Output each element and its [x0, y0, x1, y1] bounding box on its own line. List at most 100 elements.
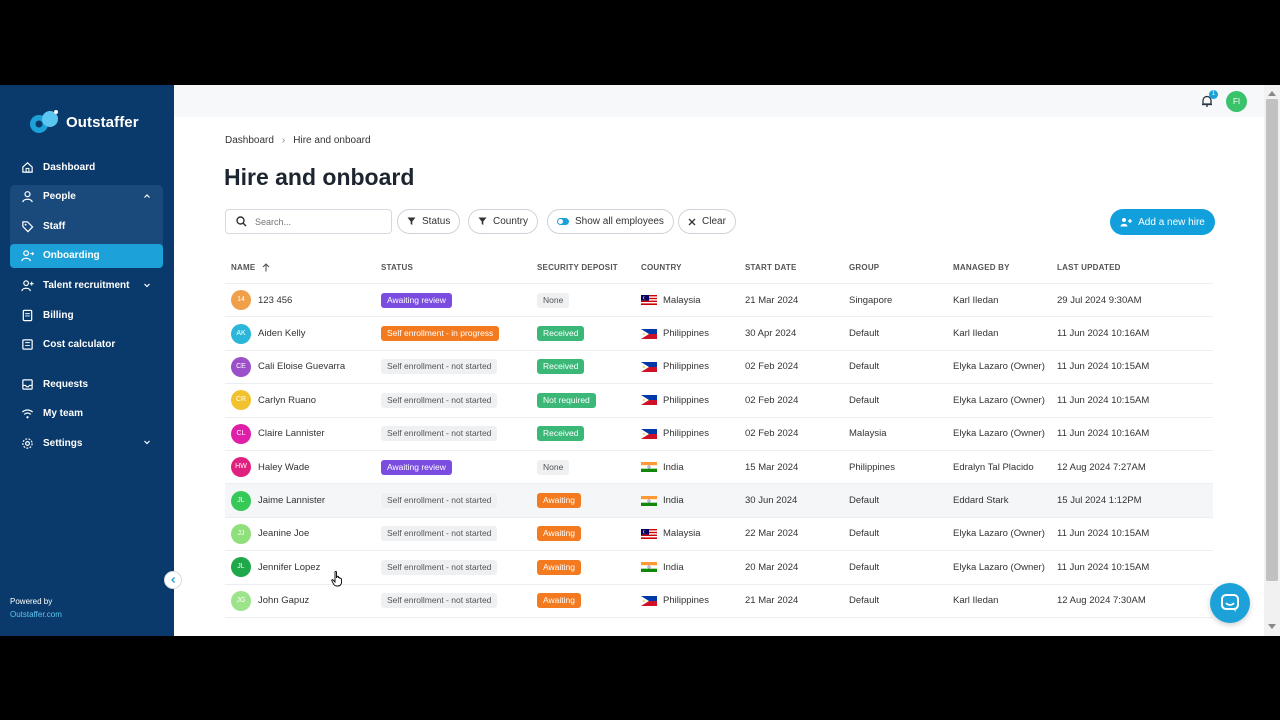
help-chat-button[interactable]: [1210, 583, 1250, 623]
name-cell: JJ Jeanine Joe: [225, 523, 381, 544]
country-name: Philippines: [663, 361, 709, 373]
table-row[interactable]: JL Jaime Lannister Self enrollment - not s…: [225, 484, 1213, 518]
managed-by-cell: Karl Iledan: [953, 595, 999, 607]
deposit-cell: None: [537, 292, 641, 308]
country-cell: India: [641, 462, 745, 473]
sidebar-item-label: Settings: [43, 437, 83, 449]
sidebar-item-staff[interactable]: Staff: [10, 214, 163, 238]
name-cell: AK Aiden Kelly: [225, 323, 381, 344]
employee-name[interactable]: Haley Wade: [258, 462, 309, 473]
employee-name[interactable]: Cali Eloise Guevarra: [258, 361, 345, 372]
scroll-down-arrow-icon[interactable]: [1268, 624, 1276, 629]
country-name: India: [663, 495, 684, 507]
employee-name[interactable]: John Gapuz: [258, 595, 309, 606]
employee-name[interactable]: Jaime Lannister: [258, 495, 325, 506]
scroll-up-arrow-icon[interactable]: [1268, 91, 1276, 96]
deposit-badge: Awaiting: [537, 526, 581, 542]
employee-name[interactable]: Jennifer Lopez: [258, 562, 320, 573]
search-input[interactable]: [255, 216, 375, 227]
deposit-cell: Awaiting: [537, 493, 641, 509]
table-row[interactable]: CE Cali Eloise Guevarra Self enrollment - …: [225, 351, 1213, 385]
sidebar-item-cost-calculator[interactable]: Cost calculator: [10, 333, 163, 357]
status-cell: Self enrollment - not started: [381, 559, 537, 575]
col-updated-header[interactable]: LAST UPDATED: [1057, 263, 1207, 272]
add-new-hire-button[interactable]: Add a new hire: [1110, 209, 1215, 235]
scrollbar-thumb[interactable]: [1266, 99, 1278, 581]
start-date-cell: 02 Feb 2024: [745, 394, 799, 406]
search-box[interactable]: [225, 209, 392, 234]
name-cell: HW Haley Wade: [225, 457, 381, 478]
managed-by-cell: Elyka Lazaro (Owner): [953, 394, 1045, 406]
sidebar-item-dashboard[interactable]: Dashboard: [10, 155, 163, 179]
sidebar-item-talent-recruitment[interactable]: Talent recruitment: [10, 274, 163, 298]
tag-icon: [20, 219, 34, 233]
employee-name[interactable]: 123 456: [258, 295, 292, 306]
table-row[interactable]: CL Claire Lannister Self enrollment - not …: [225, 418, 1213, 451]
breadcrumb-separator-icon: ›: [281, 135, 286, 146]
table-row[interactable]: 14 123 456 Awaiting review None Malaysia 21 M…: [225, 284, 1213, 318]
chat-icon: [1221, 594, 1239, 612]
table-row[interactable]: HW Haley Wade Awaiting review None India 15 M…: [225, 451, 1213, 485]
start-date-cell: 30 Apr 2024: [745, 328, 797, 340]
col-country-header[interactable]: COUNTRY: [641, 263, 745, 272]
sidebar-item-people[interactable]: People: [10, 185, 163, 209]
group-cell: Default: [849, 495, 880, 507]
last-updated-cell: 12 Aug 2024 7:30AM: [1057, 595, 1146, 607]
sidebar-item-label: Staff: [43, 220, 66, 232]
status-badge: Self enrollment - not started: [381, 392, 498, 408]
notification-badge: 1: [1209, 90, 1218, 99]
table-row[interactable]: JL Jennifer Lopez Self enrollment - not st…: [225, 551, 1213, 585]
employee-name[interactable]: Aiden Kelly: [258, 328, 306, 339]
employee-name[interactable]: Jeanine Joe: [258, 528, 309, 539]
col-start-header[interactable]: START DATE: [745, 263, 849, 272]
sidebar-item-billing[interactable]: Billing: [10, 303, 163, 327]
table-row[interactable]: JG John Gapuz Self enrollment - not starte…: [225, 585, 1213, 618]
breadcrumb-root[interactable]: Dashboard: [225, 135, 274, 146]
user-avatar[interactable]: FI: [1226, 91, 1247, 112]
country-name: Philippines: [663, 595, 709, 607]
table-row[interactable]: AK Aiden Kelly Self enrollment - in progre…: [225, 317, 1213, 351]
sidebar-item-my-team[interactable]: My team: [10, 402, 163, 426]
col-status-header[interactable]: STATUS: [381, 263, 537, 272]
employee-name[interactable]: Claire Lannister: [258, 428, 325, 439]
chevron-up-icon: [144, 193, 150, 198]
country-name: India: [663, 461, 684, 473]
deposit-cell: Not required: [537, 392, 641, 408]
clear-filters-button[interactable]: Clear: [678, 209, 736, 234]
toggle-switch-icon: [557, 218, 569, 225]
table-body: 14 123 456 Awaiting review None Malaysia 21 M…: [225, 284, 1213, 618]
country-cell: Philippines: [641, 428, 745, 439]
country-flag-icon: [641, 295, 657, 306]
sidebar-item-requests[interactable]: Requests: [10, 372, 163, 396]
last-updated-cell: 11 Jun 2024 10:15AM: [1057, 394, 1150, 406]
col-name-header[interactable]: NAME: [225, 263, 381, 272]
group-cell: Malaysia: [849, 428, 887, 440]
col-group-header[interactable]: GROUP: [849, 263, 953, 272]
logo[interactable]: Outstaffer: [28, 109, 139, 135]
status-badge: Self enrollment - not started: [381, 526, 498, 542]
avatar: JJ: [231, 523, 251, 544]
managed-by-cell: Elyka Lazaro (Owner): [953, 528, 1045, 540]
collapse-sidebar-button[interactable]: [164, 571, 182, 589]
country-filter-button[interactable]: Country: [468, 209, 539, 234]
col-deposit-header[interactable]: SECURITY DEPOSIT: [537, 263, 641, 272]
col-name-label: NAME: [231, 263, 256, 272]
status-filter-button[interactable]: Status: [397, 209, 461, 234]
start-date-cell: 30 Jun 2024: [745, 495, 798, 507]
deposit-cell: Awaiting: [537, 593, 641, 609]
close-icon: [688, 218, 696, 225]
show-all-employees-toggle[interactable]: Show all employees: [547, 209, 674, 234]
table-row[interactable]: JJ Jeanine Joe Self enrollment - not start…: [225, 518, 1213, 552]
employee-name[interactable]: Carlyn Ruano: [258, 395, 316, 406]
powered-by-link[interactable]: Outstaffer.com: [10, 608, 62, 621]
table-row[interactable]: CR Carlyn Ruano Self enrollment - not star…: [225, 384, 1213, 418]
breadcrumb: Dashboard › Hire and onboard: [225, 135, 371, 146]
sidebar-item-label: People: [43, 191, 76, 202]
name-cell: CE Cali Eloise Guevarra: [225, 356, 381, 377]
col-managed-header[interactable]: MANAGED BY: [953, 263, 1057, 272]
page-scrollbar[interactable]: [1264, 85, 1280, 636]
avatar: AK: [231, 323, 251, 344]
sidebar-item-onboarding[interactable]: Onboarding: [10, 243, 163, 268]
sidebar-item-settings[interactable]: Settings: [10, 431, 163, 455]
group-cell: Default: [849, 561, 880, 573]
